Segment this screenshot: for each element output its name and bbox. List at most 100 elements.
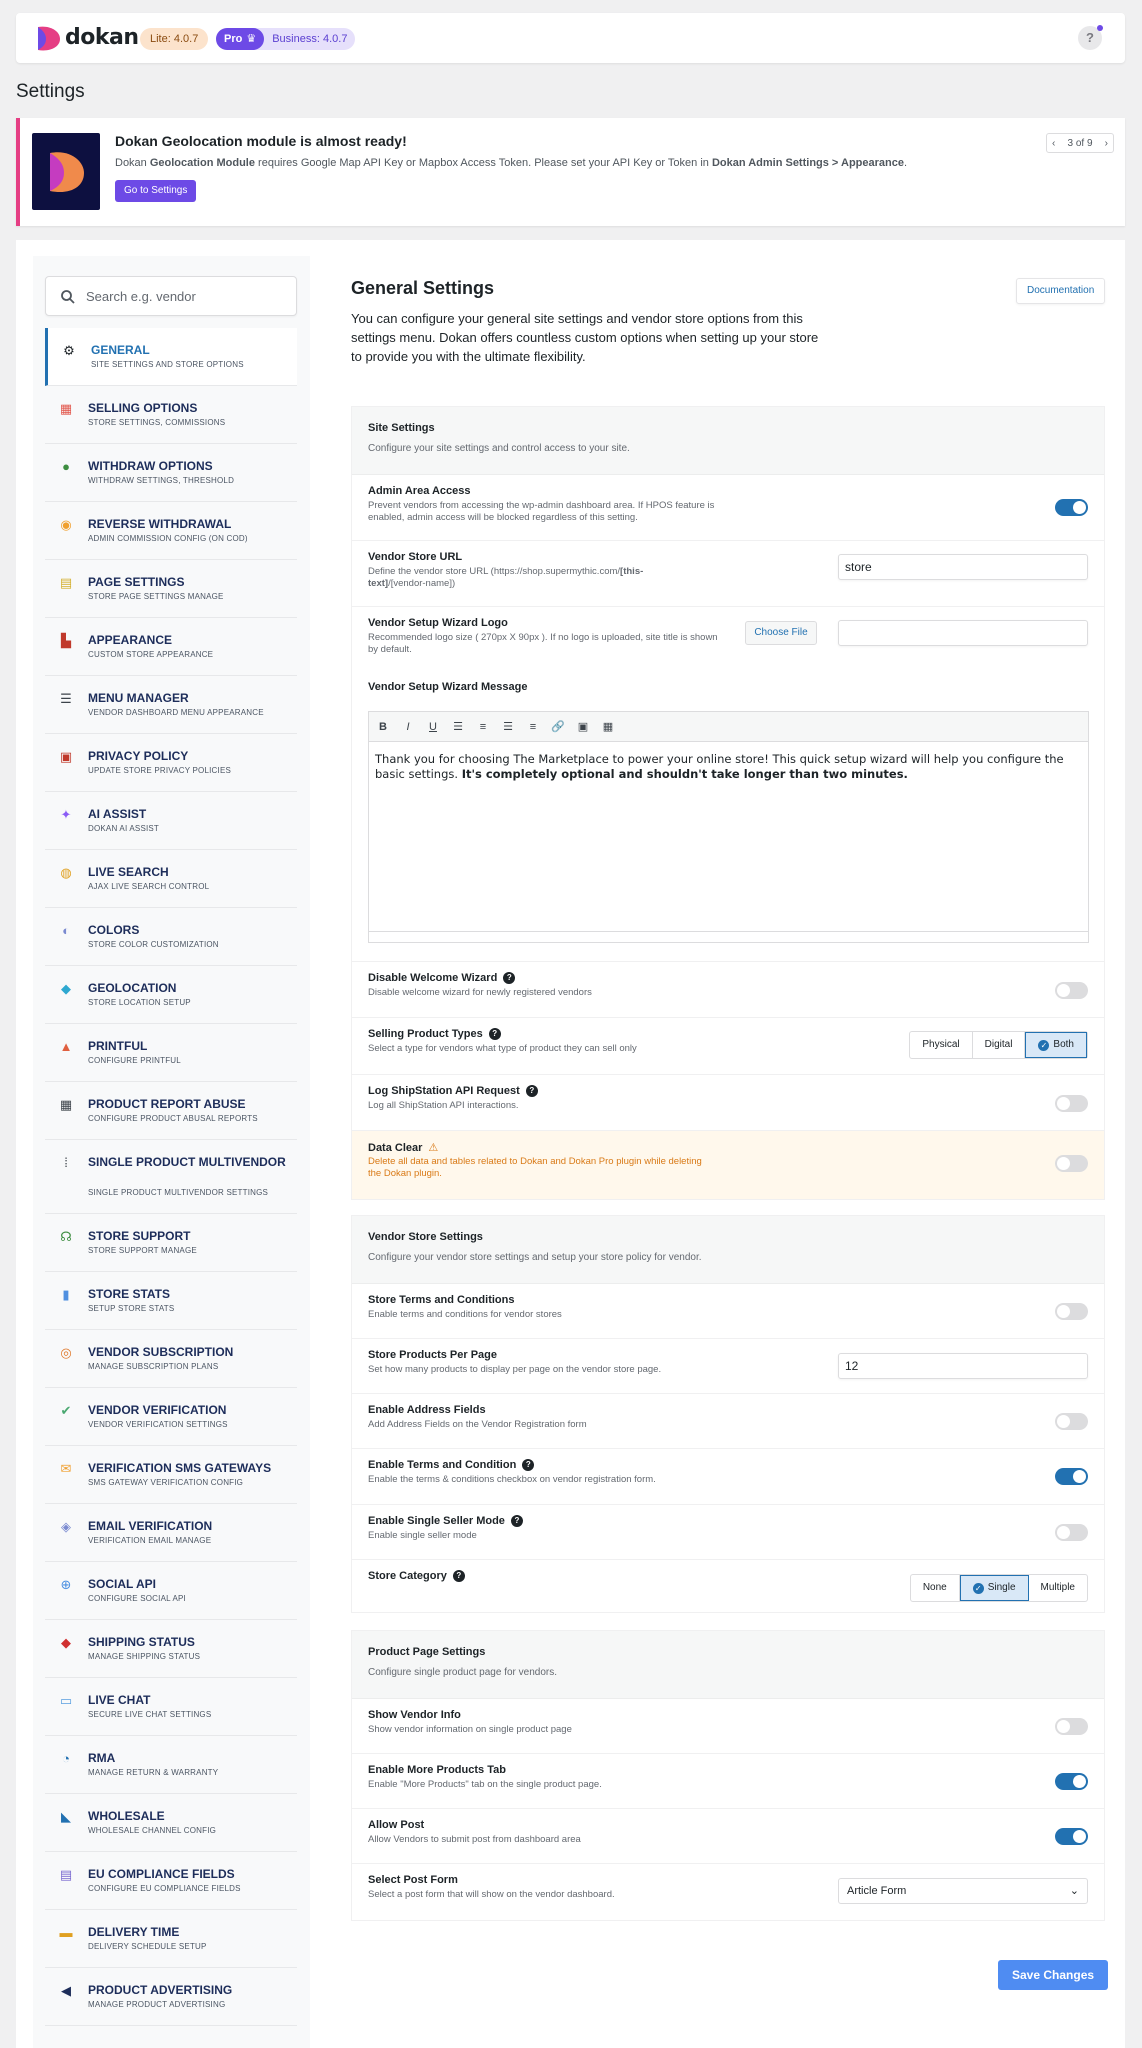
editor-resize-bar[interactable]	[369, 931, 1088, 942]
row-title: Store Products Per Page	[368, 1349, 497, 1361]
sidebar-item-store-support[interactable]: ☊ STORE SUPPORT STORE SUPPORT MANAGE	[45, 1214, 297, 1272]
bold-icon[interactable]: B	[375, 721, 391, 733]
admin-area-access-toggle[interactable]	[1055, 499, 1088, 516]
log-shipstation-toggle[interactable]	[1055, 1095, 1088, 1112]
products-per-page-input[interactable]: 12	[838, 1353, 1088, 1379]
sidebar-item-colors[interactable]: ◐ COLORS STORE COLOR CUSTOMIZATION	[45, 908, 297, 966]
data-clear-toggle[interactable]	[1055, 1155, 1088, 1172]
row-title: Enable Terms and Condition?	[368, 1459, 535, 1471]
go-to-settings-button[interactable]: Go to Settings	[115, 180, 197, 202]
align-justify-icon[interactable]: ☰	[500, 720, 516, 733]
sidebar-item-delivery-time[interactable]: ▬ DELIVERY TIME DELIVERY SCHEDULE SETUP	[45, 1910, 297, 1968]
allow-post-toggle[interactable]	[1055, 1828, 1088, 1845]
row-title: Show Vendor Info	[368, 1709, 461, 1721]
help-icon[interactable]: ?	[510, 1515, 523, 1527]
allow-post-row: Allow Post Allow Vendors to submit post …	[352, 1809, 1104, 1864]
align-right-icon[interactable]: ≡	[525, 721, 541, 733]
sidebar-item-printful[interactable]: ▲ PRINTFUL CONFIGURE PRINTFUL	[45, 1024, 297, 1082]
store-terms-toggle[interactable]	[1055, 1303, 1088, 1320]
help-icon[interactable]: ?	[488, 1028, 501, 1040]
sidebar-item-live-chat[interactable]: ▭ LIVE CHAT SECURE LIVE CHAT SETTINGS	[45, 1678, 297, 1736]
address-fields-toggle[interactable]	[1055, 1413, 1088, 1430]
sidebar-item-wholesale[interactable]: ◣ WHOLESALE WHOLESALE CHANNEL CONFIG	[45, 1794, 297, 1852]
sidebar-item-privacy-policy[interactable]: ▣ PRIVACY POLICY UPDATE STORE PRIVACY POLI…	[45, 734, 297, 792]
sidebar-item-store-stats[interactable]: ▮ STORE STATS SETUP STORE STATS	[45, 1272, 297, 1330]
sidebar-item-subtitle: STORE LOCATION SETUP	[88, 998, 191, 1007]
sidebar-item-label: REVERSE WITHDRAWAL	[88, 517, 232, 531]
sidebar-item-vendor-subscription[interactable]: ◎ VENDOR SUBSCRIPTION MANAGE SUBSCRIPTION …	[45, 1330, 297, 1388]
chevron-left-icon[interactable]: ‹	[1052, 138, 1055, 149]
sidebar-item-email-verification[interactable]: ◈ EMAIL VERIFICATION VERIFICATION EMAIL MA…	[45, 1504, 297, 1562]
sidebar-item-rma[interactable]: ◔ RMA MANAGE RETURN & WARRANTY	[45, 1736, 297, 1794]
save-changes-button[interactable]: Save Changes	[998, 1960, 1109, 1990]
sidebar-item-page-settings[interactable]: ▤ PAGE SETTINGS STORE PAGE SETTINGS MANAGE	[45, 560, 297, 618]
sidebar-item-subtitle: MANAGE SHIPPING STATUS	[88, 1652, 201, 1661]
italic-icon[interactable]: I	[400, 721, 416, 733]
vendor-info-toggle[interactable]	[1055, 1718, 1088, 1735]
help-icon[interactable]: ?	[525, 1085, 538, 1097]
sidebar-item-reverse-withdrawal[interactable]: ◉ REVERSE WITHDRAWAL ADMIN COMMISSION CONF…	[45, 502, 297, 560]
sidebar-item-subtitle: STORE PAGE SETTINGS MANAGE	[88, 592, 224, 601]
check-icon: ✓	[1038, 1039, 1050, 1051]
choose-file-button[interactable]: Choose File	[745, 621, 817, 645]
section-header: Vendor Store Settings Configure your ven…	[352, 1216, 1104, 1284]
disable-welcome-wizard-toggle[interactable]	[1055, 982, 1088, 999]
product-type-both[interactable]: ✓ Both	[1025, 1032, 1087, 1058]
sidebar-item-geolocation[interactable]: ◆ GEOLOCATION STORE LOCATION SETUP	[45, 966, 297, 1024]
printful-icon: ▲	[59, 1039, 73, 1054]
notice-text-part: Dokan	[115, 157, 150, 169]
editor-toolbar: B I U ☰ ≡ ☰ ≡ 🔗 ▣ ▦	[369, 712, 1088, 742]
sidebar-item-vendor-verification[interactable]: ✔ VENDOR VERIFICATION VENDOR VERIFICATION …	[45, 1388, 297, 1446]
table-icon[interactable]: ▦	[600, 720, 616, 733]
help-icon[interactable]: ?	[452, 1570, 465, 1582]
row-title-text: Disable Welcome Wizard	[368, 972, 498, 984]
row-description: Prevent vendors from accessing the wp-ad…	[368, 500, 715, 523]
align-left-icon[interactable]: ☰	[450, 720, 466, 733]
product-type-physical[interactable]: Physical	[910, 1032, 973, 1058]
row-title: Admin Area Access	[368, 485, 471, 497]
wizard-message-editor[interactable]: B I U ☰ ≡ ☰ ≡ 🔗 ▣ ▦ Thank you for choosi…	[368, 711, 1089, 943]
wizard-logo-input[interactable]	[838, 620, 1088, 646]
sidebar-item-product-advertising[interactable]: ◀ PRODUCT ADVERTISING MANAGE PRODUCT ADVER…	[45, 1968, 297, 2026]
sidebar-item-subtitle: SITE SETTINGS AND STORE OPTIONS	[91, 360, 244, 369]
sidebar-item-selling-options[interactable]: ▦ SELLING OPTIONS STORE SETTINGS, COMMISSI…	[45, 386, 297, 444]
sidebar-item-live-search[interactable]: ◍ LIVE SEARCH AJAX LIVE SEARCH CONTROL	[45, 850, 297, 908]
link-icon[interactable]: 🔗	[550, 720, 566, 733]
sidebar-item-general[interactable]: ⚙ GENERAL SITE SETTINGS AND STORE OPTIONS	[45, 328, 297, 386]
underline-icon[interactable]: U	[425, 721, 441, 733]
sidebar-item-product-report-abuse[interactable]: ▦ PRODUCT REPORT ABUSE CONFIGURE PRODUCT A…	[45, 1082, 297, 1140]
sidebar-item-withdraw-options[interactable]: ● WITHDRAW OPTIONS WITHDRAW SETTINGS, THRE…	[45, 444, 297, 502]
terms-condition-toggle[interactable]	[1055, 1468, 1088, 1485]
search-input[interactable]	[86, 286, 286, 306]
post-form-select[interactable]: Article Form ⌄	[838, 1878, 1088, 1904]
sidebar-item-shipping-status[interactable]: ◆ SHIPPING STATUS MANAGE SHIPPING STATUS	[45, 1620, 297, 1678]
category-single[interactable]: ✓ Single	[959, 1575, 1029, 1601]
single-seller-toggle[interactable]	[1055, 1524, 1088, 1541]
vendor-store-url-input[interactable]: store	[838, 554, 1088, 580]
sidebar-item-eu-compliance-fields[interactable]: ▤ EU COMPLIANCE FIELDS CONFIGURE EU COMPLI…	[45, 1852, 297, 1910]
align-center-icon[interactable]: ≡	[475, 721, 491, 733]
documentation-button[interactable]: Documentation	[1016, 278, 1106, 304]
chat-icon: ▭	[59, 1693, 73, 1708]
sidebar-item-menu-manager[interactable]: ☰ MENU MANAGER VENDOR DASHBOARD MENU APPEA…	[45, 676, 297, 734]
more-products-tab-toggle[interactable]	[1055, 1773, 1088, 1790]
chevron-right-icon[interactable]: ›	[1105, 138, 1108, 149]
sidebar-item-single-product-multivendor[interactable]: ⁞ SINGLE PRODUCT MULTIVENDOR SINGLE PRODUC…	[45, 1140, 297, 1214]
sidebar-item-verification-sms-gateways[interactable]: ✉ VERIFICATION SMS GATEWAYS SMS GATEWAY VE…	[45, 1446, 297, 1504]
page-title: Settings	[16, 81, 85, 102]
product-type-digital[interactable]: Digital	[973, 1032, 1026, 1058]
sidebar-item-subtitle: MANAGE RETURN & WARRANTY	[88, 1768, 219, 1777]
desc-part: Define the vendor store URL (https://sho…	[368, 566, 621, 577]
category-multiple[interactable]: Multiple	[1029, 1575, 1087, 1601]
editor-content[interactable]: Thank you for choosing The Marketplace t…	[369, 742, 1088, 792]
sidebar-item-social-api[interactable]: ⊕ SOCIAL API CONFIGURE SOCIAL API	[45, 1562, 297, 1620]
shipping-icon: ◆	[61, 1635, 71, 1650]
help-icon[interactable]: ?	[522, 1459, 535, 1471]
category-none[interactable]: None	[911, 1575, 960, 1601]
sidebar-item-ai-assist[interactable]: ✦ AI ASSIST DOKAN AI ASSIST	[45, 792, 297, 850]
help-icon[interactable]: ?	[503, 972, 516, 984]
sidebar-item-appearance[interactable]: ▙ APPEARANCE CUSTOM STORE APPEARANCE	[45, 618, 297, 676]
sidebar-item-label: RMA	[88, 1751, 116, 1765]
sidebar-item-subtitle: DELIVERY SCHEDULE SETUP	[88, 1942, 207, 1951]
image-icon[interactable]: ▣	[575, 720, 591, 733]
